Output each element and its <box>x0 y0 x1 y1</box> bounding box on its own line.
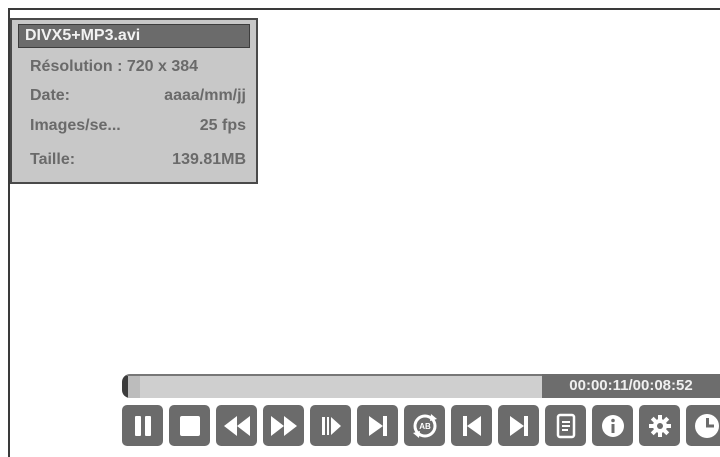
playlist-icon <box>556 413 575 438</box>
fps-label: Images/se... <box>30 117 121 134</box>
date-value: aaaa/mm/jj <box>164 87 246 104</box>
playlist-button[interactable] <box>545 405 586 446</box>
size-row: Taille: 139.81MB <box>30 148 246 172</box>
file-info-panel: DIVX5+MP3.avi Résolution : 720 x 384 Dat… <box>10 18 258 184</box>
previous-button[interactable] <box>451 405 492 446</box>
rewind-icon <box>223 415 250 436</box>
fast-forward-button[interactable] <box>263 405 304 446</box>
fps-row: Images/se... 25 fps <box>30 114 246 138</box>
next-button[interactable] <box>498 405 539 446</box>
pause-icon <box>134 415 151 436</box>
rewind-button[interactable] <box>216 405 257 446</box>
step-forward-icon <box>368 415 387 436</box>
step-forward-button[interactable] <box>357 405 398 446</box>
info-button[interactable] <box>592 405 633 446</box>
filename-title: DIVX5+MP3.avi <box>18 24 250 48</box>
resolution-text: Résolution : 720 x 384 <box>30 58 199 75</box>
previous-icon <box>462 415 481 436</box>
gear-icon <box>648 414 671 437</box>
repeat-ab-button[interactable]: AB <box>404 405 445 446</box>
stop-button[interactable] <box>169 405 210 446</box>
size-label: Taille: <box>30 151 76 168</box>
next-icon <box>509 415 528 436</box>
fast-forward-icon <box>270 415 297 436</box>
slow-forward-icon <box>321 416 341 435</box>
info-icon <box>601 414 624 437</box>
stop-icon <box>179 415 200 436</box>
resolution-row: Résolution : 720 x 384 <box>30 55 246 79</box>
settings-button[interactable] <box>639 405 680 446</box>
date-label: Date: <box>30 87 71 104</box>
slow-forward-button[interactable] <box>310 405 351 446</box>
date-row: Date: aaaa/mm/jj <box>30 84 246 108</box>
clock-icon <box>694 413 719 438</box>
size-value: 139.81MB <box>172 151 246 168</box>
repeat-ab-icon: AB <box>412 413 437 438</box>
timer-button[interactable] <box>686 405 720 446</box>
progress-fill <box>128 376 140 398</box>
time-readout: 00:00:11/00:08:52 <box>542 374 720 398</box>
svg-text:AB: AB <box>419 422 431 431</box>
pause-button[interactable] <box>122 405 163 446</box>
fps-value: 25 fps <box>199 117 246 134</box>
